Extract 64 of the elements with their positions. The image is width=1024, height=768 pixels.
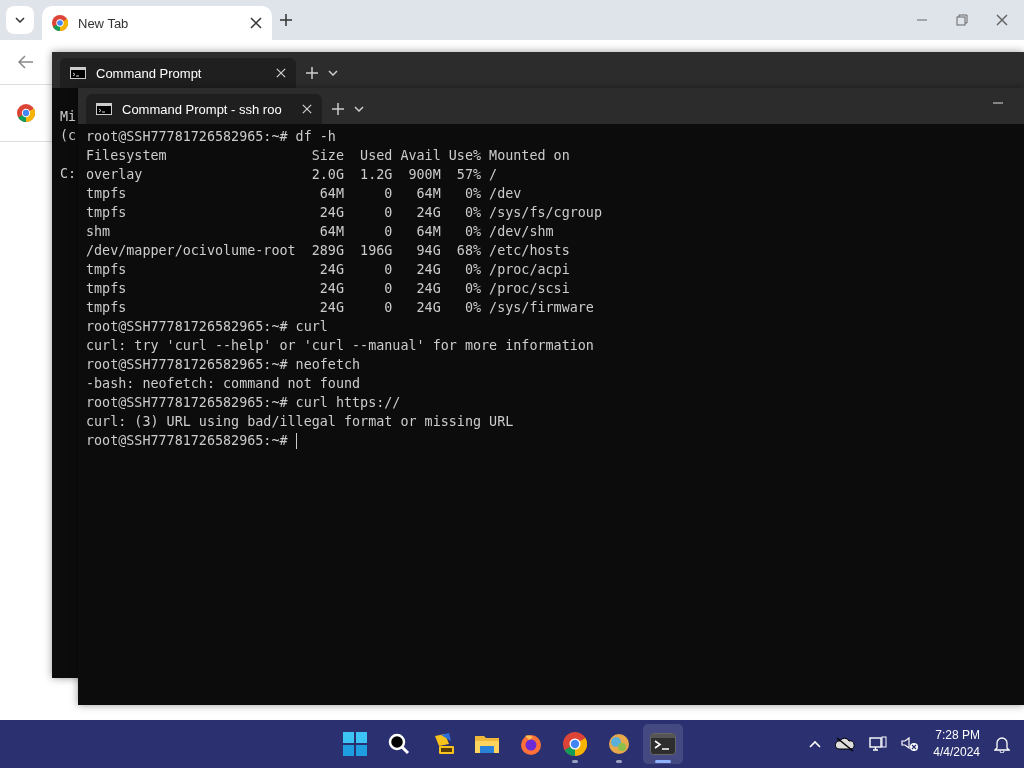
terminal-line: curl: (3) URL using bad/illegal format or missing URL — [86, 413, 514, 431]
tray-chevron-button[interactable] — [809, 740, 822, 748]
tab-title: Command Prompt - ssh roo — [122, 101, 283, 117]
terminal-icon — [650, 733, 676, 755]
terminal-line: root@SSH77781726582965:~# curl — [86, 318, 328, 336]
terminal-line: (c — [60, 127, 77, 145]
cloud-icon[interactable] — [835, 736, 856, 752]
plus-icon — [332, 103, 344, 115]
folder-icon — [474, 733, 500, 755]
close-tab-button[interactable] — [250, 17, 262, 29]
terminal-tab[interactable]: Command Prompt - ssh roo — [86, 94, 322, 124]
chrome-icon — [563, 732, 587, 756]
terminal-line: root@SSH77781726582965:~# df -h — [86, 128, 336, 146]
taskbar-app-button[interactable] — [643, 724, 683, 764]
restore-button[interactable] — [956, 14, 968, 26]
console-icon — [70, 67, 86, 79]
terminal-line: -bash: neofetch: command not found — [86, 375, 361, 393]
chevron-down-icon — [354, 106, 364, 112]
chrome-icon — [17, 104, 35, 122]
running-indicator — [572, 760, 578, 763]
terminal-line: Filesystem Size Used Avail Use% Mounted on — [86, 147, 570, 165]
plus-icon — [306, 67, 318, 79]
restore-icon — [956, 14, 968, 26]
firefox-icon — [519, 732, 543, 756]
prompt-text: C: — [60, 165, 77, 183]
network-icon[interactable] — [869, 736, 888, 752]
new-tab-button[interactable] — [280, 14, 292, 26]
notification-bell-icon[interactable] — [994, 735, 1010, 753]
terminal-line: tmpfs 24G 0 24G 0% /sys/fs/cgroup — [86, 204, 602, 222]
terminal-line: /dev/mapper/ocivolume-root 289G 196G 94G 68% /etc/hosts — [86, 242, 570, 260]
terminal-line: root@SSH77781726582965:~# curl https:// — [86, 394, 401, 412]
close-icon — [276, 68, 286, 78]
terminal-line: tmpfs 64M 0 64M 0% /dev — [86, 185, 522, 203]
tab-title: Command Prompt — [96, 65, 203, 81]
browser-tab[interactable]: New Tab — [42, 6, 272, 40]
search-icon — [388, 733, 410, 755]
console-icon — [96, 103, 112, 115]
chevron-down-icon — [328, 70, 338, 76]
terminal-line: tmpfs 24G 0 24G 0% /sys/firmware — [86, 299, 594, 317]
close-button[interactable] — [996, 14, 1008, 26]
clock[interactable]: 7:28 PM 4/4/2024 — [933, 727, 980, 761]
tab-search-button[interactable] — [6, 6, 34, 34]
running-indicator — [655, 760, 671, 763]
terminal-line: curl: try 'curl --help' or 'curl --manual' for more information — [86, 337, 594, 355]
chevron-down-icon — [15, 17, 25, 23]
terminal-line: root@SSH77781726582965:~# — [86, 432, 289, 450]
close-icon — [250, 17, 262, 29]
terminal-line: shm 64M 0 64M 0% /dev/shm — [86, 223, 554, 241]
running-indicator — [616, 760, 622, 763]
terminal-line: tmpfs 24G 0 24G 0% /proc/acpi — [86, 261, 570, 279]
terminal-tab[interactable]: Command Prompt — [60, 58, 296, 88]
terminal-line: tmpfs 24G 0 24G 0% /proc/scsi — [86, 280, 570, 298]
back-arrow-icon — [18, 55, 34, 69]
close-icon — [996, 14, 1008, 26]
colorful-orb-icon — [608, 733, 630, 755]
tab-title: New Tab — [78, 15, 130, 31]
windows-logo-icon — [343, 732, 367, 756]
terminal-line: Mi — [60, 108, 77, 126]
terminal-line: root@SSH77781726582965:~# neofetch — [86, 356, 361, 374]
chrome-icon — [52, 15, 68, 31]
terminal-line: overlay 2.0G 1.2G 900M 57% / — [86, 166, 498, 184]
close-icon — [302, 104, 312, 114]
plus-icon — [280, 14, 292, 26]
muted-speaker-icon[interactable] — [901, 736, 920, 752]
